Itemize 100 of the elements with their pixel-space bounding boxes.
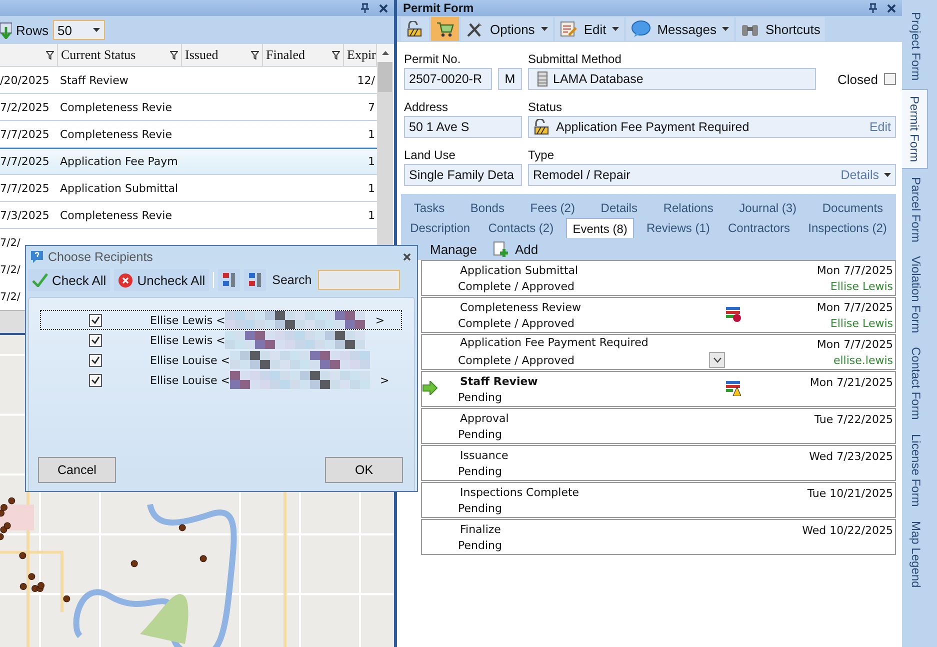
scroll-up-icon[interactable] (382, 51, 388, 55)
tab[interactable]: Details (594, 198, 644, 218)
tab[interactable]: Relations (657, 198, 720, 218)
filter-icon[interactable] (332, 50, 340, 60)
event-row[interactable]: Inspections Complete Pending Tue 10/21/2025 (421, 482, 896, 518)
side-tab[interactable]: License Form (904, 428, 928, 513)
event-date: Tue 7/22/2025 (814, 412, 893, 426)
side-tab[interactable]: Map Legend (904, 514, 928, 594)
table-cell: Application Submittal (60, 182, 178, 194)
tab[interactable]: Reviews (1) (640, 218, 716, 238)
table-row[interactable]: 7/2/2025 Completeness Revie 7 (0, 94, 377, 121)
caret-icon (722, 27, 730, 31)
tab[interactable]: Contacts (2) (482, 218, 560, 238)
checkbox[interactable] (89, 334, 102, 346)
side-tab[interactable]: Contact Form (904, 341, 928, 426)
field-label: Land Use (404, 147, 456, 162)
close-icon[interactable] (403, 253, 411, 261)
filter-icon[interactable] (170, 50, 178, 60)
column-header[interactable]: Current Status (61, 47, 136, 63)
table-row[interactable]: 7/3/2025 Completeness Revie 1 (0, 202, 377, 229)
side-tab[interactable]: Parcel Form (904, 170, 928, 248)
checkbox[interactable] (89, 314, 102, 326)
tab[interactable]: Tasks (408, 198, 451, 218)
cart-button[interactable] (431, 17, 459, 41)
check-all-button[interactable]: Check All (28, 269, 110, 291)
tab[interactable]: Description (404, 218, 476, 238)
close-icon[interactable] (887, 4, 896, 12)
event-status: Pending (458, 464, 502, 478)
close-icon[interactable] (379, 4, 388, 12)
checkbox[interactable] (89, 354, 102, 366)
dialog-button[interactable]: Cancel (38, 457, 116, 483)
rows-dropdown[interactable]: 50 (52, 20, 105, 40)
dialog-title: Choose Recipients (48, 250, 153, 264)
pin-icon[interactable] (869, 3, 877, 13)
table-cell-text: 7/2/ (0, 262, 22, 278)
filter-icon[interactable] (46, 50, 54, 60)
tab[interactable]: Contractors (722, 218, 796, 238)
table-row[interactable]: /20/2025 Staff Review 12/ (0, 67, 377, 94)
tab[interactable]: Documents (816, 198, 890, 218)
panel-title: Permit Form (403, 1, 474, 15)
type-dropdown[interactable]: Remodel / Repair Details (528, 164, 896, 186)
tab[interactable]: Bonds (464, 198, 510, 218)
check-icon (91, 336, 100, 344)
scroll-thumb[interactable] (378, 62, 392, 92)
event-name: Inspections Complete (459, 486, 580, 498)
table-cell: Staff Review (60, 74, 128, 86)
filter-icon[interactable] (251, 50, 259, 60)
address-field[interactable]: 50 1 Ave S (404, 116, 522, 138)
m-button[interactable]: M (498, 68, 522, 90)
table-row[interactable]: 7/7/2025 Application Fee Paym 1 (0, 148, 377, 175)
side-tab[interactable]: Project Form (904, 6, 928, 87)
tab[interactable]: Fees (2) (524, 198, 581, 218)
uncheck-all-button[interactable]: Uncheck All (114, 269, 210, 291)
event-status: Pending (458, 428, 502, 440)
event-row[interactable]: Application Submittal Complete / Approved Mon 7/7/2025 Ellise Lewis (421, 260, 896, 296)
expand-button[interactable] (709, 352, 725, 368)
table-download-icon[interactable] (0, 21, 12, 39)
closed-label: Closed (838, 72, 878, 86)
pin-icon[interactable] (361, 3, 369, 13)
event-name: Completeness Review (459, 300, 582, 314)
submittal-method-field[interactable]: LAMA Database (528, 68, 816, 90)
event-status: Pending (458, 502, 502, 514)
review-warning-icon (725, 380, 741, 396)
event-row[interactable]: Completeness Review Complete / Approved Mon 7/7/2025 Ellise Lewis (421, 297, 896, 333)
table-cell: Completeness Revie (60, 128, 172, 140)
dialog-button[interactable]: OK (325, 457, 403, 483)
table-cell: /20/2025 (0, 74, 50, 86)
search-label: Search (272, 273, 312, 287)
land-use-dropdown[interactable]: Single Family Deta (404, 164, 522, 186)
status-field[interactable]: Application Fee Payment Required Edit (528, 116, 896, 138)
tab[interactable]: Journal (3) (733, 198, 803, 218)
event-row[interactable]: Issuance Pending Wed 7/23/2025 (421, 445, 896, 481)
padlock-icon (406, 21, 424, 37)
column-header[interactable]: Expir (347, 47, 376, 63)
permit-number-field[interactable]: 2507-0020-R (404, 68, 492, 90)
closed-checkbox[interactable] (884, 73, 896, 85)
search-field[interactable] (318, 270, 400, 290)
menu-button[interactable]: Edit (554, 17, 624, 41)
menu-button[interactable]: Messages (626, 17, 734, 41)
sort-descending-button[interactable] (244, 269, 266, 291)
menu-button[interactable]: Options (461, 17, 553, 41)
side-tab[interactable]: Violation Form (904, 250, 928, 340)
database-icon (537, 71, 548, 87)
checkbox[interactable] (89, 374, 102, 386)
sort-ascending-button[interactable] (218, 269, 240, 291)
toolbar-button[interactable]: Shortcuts (736, 17, 826, 41)
tab[interactable]: Inspections (2) (802, 218, 893, 238)
tab[interactable]: Events (8) (566, 218, 634, 238)
lock-button[interactable] (401, 17, 429, 41)
edit-link[interactable]: Edit (869, 120, 891, 134)
table-row[interactable]: 7/7/2025 Application Submittal 1 (0, 175, 377, 202)
side-tab[interactable]: Permit Form (902, 88, 928, 169)
column-header[interactable]: Finaled (266, 47, 305, 63)
column-header[interactable]: Issued (185, 47, 218, 63)
checkmark-icon (32, 273, 48, 287)
event-row[interactable]: Approval Pending Tue 7/22/2025 (421, 408, 896, 444)
event-row[interactable]: Staff Review Pending Mon 7/21/2025 (421, 371, 896, 407)
table-cell: 1 (368, 155, 375, 168)
event-row[interactable]: Finalize Pending Wed 10/22/2025 (421, 519, 896, 555)
event-row[interactable]: Application Fee Payment Required Complete / Approved Mon 7/7/2025 ellise.lewis (421, 334, 896, 370)
